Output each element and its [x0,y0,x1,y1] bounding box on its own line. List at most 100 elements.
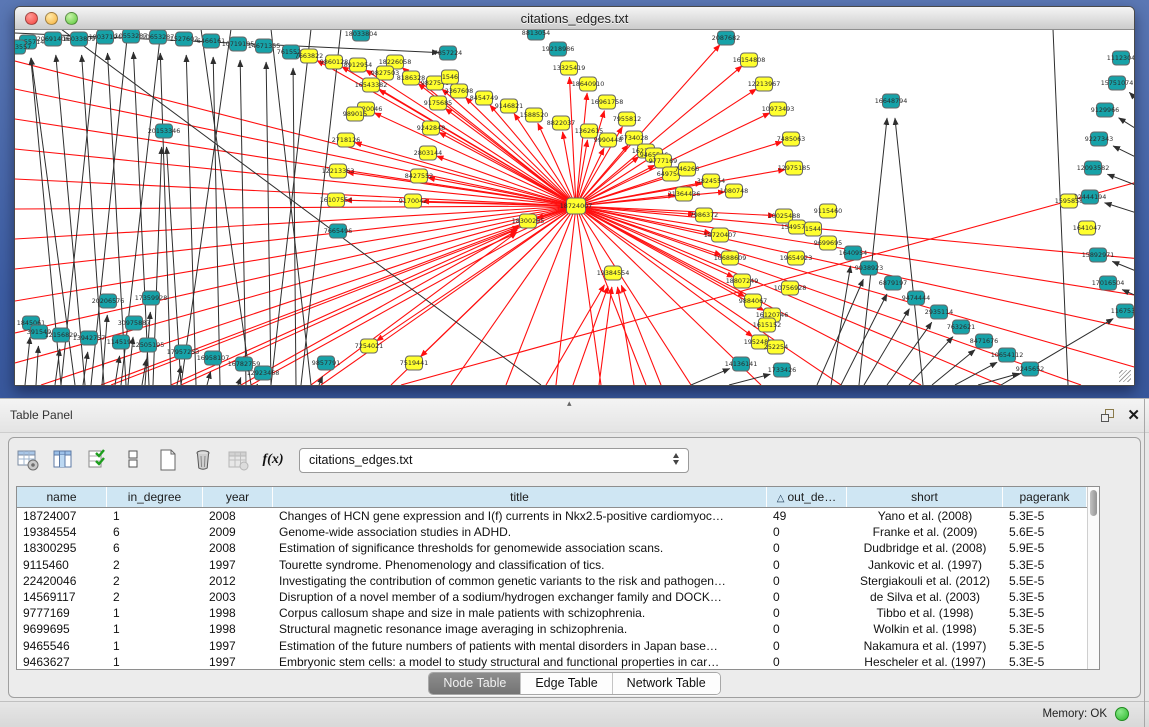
graph-node[interactable]: 7857224 [434,46,462,60]
table-cell[interactable]: 5.3E-5 [1003,638,1087,654]
table-cell[interactable]: 14569117 [17,589,107,605]
table-cell[interactable]: 2003 [203,589,273,605]
table-cell[interactable]: 2 [107,557,203,573]
graph-node[interactable]: 746266 [675,162,699,176]
graph-node[interactable]: 19654923 [780,251,813,265]
table-cell[interactable]: 18300295 [17,540,107,556]
graph-node[interactable]: 19384554 [597,266,630,280]
table-selector-dropdown[interactable]: citations_edges.txt [299,448,689,473]
table-cell[interactable]: 18724007 [17,508,107,524]
table-cell[interactable]: 0 [767,524,847,540]
graph-node[interactable]: 989015 [343,107,367,121]
delete-column-icon[interactable] [190,447,216,473]
graph-edge[interactable] [15,206,576,209]
graph-edge[interactable] [978,373,1019,385]
column-header-in_degree[interactable]: in_degree [107,487,203,507]
table-cell[interactable]: 49 [767,508,847,524]
graph-edge[interactable] [621,285,661,385]
graph-node[interactable]: 12093582 [1077,161,1110,175]
table-cell[interactable]: 0 [767,605,847,621]
table-cell[interactable]: 19384554 [17,524,107,540]
graph-edge[interactable] [207,372,211,385]
table-cell[interactable]: 6 [107,540,203,556]
graph-node[interactable]: 10756928 [774,281,807,295]
graph-edge[interactable] [895,118,923,385]
graph-node[interactable]: 1544 [805,222,822,236]
graph-node[interactable]: 20206576 [92,294,125,308]
window-titlebar[interactable]: citations_edges.txt [15,7,1134,30]
table-cell[interactable]: 0 [767,557,847,573]
function-builder-icon[interactable]: f(x) [260,447,286,473]
graph-edge[interactable] [932,350,975,385]
table-cell[interactable]: Dudbridge et al. (2008) [847,540,1003,556]
graph-node[interactable]: 8471676 [970,334,998,348]
new-column-icon[interactable] [155,447,181,473]
graph-node[interactable]: 1112304 [1107,51,1134,65]
float-panel-icon[interactable] [1101,409,1116,423]
graph-node[interactable]: 12505195 [132,338,165,352]
table-cell[interactable]: 5.3E-5 [1003,557,1087,573]
close-panel-icon[interactable]: ✕ [1127,406,1140,424]
graph-edge[interactable] [15,206,576,269]
table-cell[interactable]: 2 [107,589,203,605]
graph-edge[interactable] [15,61,576,206]
table-cell[interactable]: 1 [107,621,203,637]
table-cell[interactable]: Corpus callosum shape and size in male p… [273,605,767,621]
table-cell[interactable]: 22420046 [17,573,107,589]
table-row[interactable]: 2242004622012Investigating the contribut… [17,573,1087,589]
tab-node-table[interactable]: Node Table [429,673,521,694]
graph-edge[interactable] [238,377,241,385]
column-header-short[interactable]: short [847,487,1003,507]
graph-node[interactable]: 17359928 [135,291,168,305]
tab-edge-table[interactable]: Edge Table [521,673,612,694]
graph-edge[interactable] [213,57,220,385]
graph-node[interactable]: 20153346 [148,124,181,138]
table-cell[interactable]: 2008 [203,508,273,524]
table-row[interactable]: 977716911998Corpus callosum shape and si… [17,605,1087,621]
table-cell[interactable]: Yano et al. (2008) [847,508,1003,524]
graph-node[interactable]: 1641047 [1073,221,1101,235]
show-columns-icon[interactable] [50,447,76,473]
graph-edge[interactable] [546,285,604,385]
panel-drag-grip-icon[interactable]: ▴ [567,398,572,409]
table-row[interactable]: 911546021997Tourette syndrome. Phenomeno… [17,557,1087,573]
table-cell[interactable]: 5.3E-5 [1003,589,1087,605]
graph-edge[interactable] [576,206,691,385]
graph-node[interactable]: 13325419 [553,61,586,75]
table-cell[interactable]: 1997 [203,557,273,573]
graph-edge[interactable] [160,53,171,385]
scrollbar-thumb[interactable] [1090,490,1097,516]
graph-edge[interactable] [376,206,576,341]
table-cell[interactable]: 9699695 [17,621,107,637]
graph-node[interactable]: 2718126 [332,133,360,147]
graph-node[interactable]: 16958107 [197,351,230,365]
graph-node[interactable]: 9175685 [424,96,452,110]
graph-edge[interactable] [102,315,107,385]
graph-edge[interactable] [15,149,576,206]
graph-edge[interactable] [909,337,953,385]
graph-edge[interactable] [1112,261,1134,273]
graph-edge[interactable] [133,52,149,385]
graph-node[interactable]: 7632621 [947,320,975,334]
table-cell[interactable]: 5.3E-5 [1003,654,1087,670]
table-cell[interactable]: 1997 [203,638,273,654]
graph-node[interactable]: 15751074 [1101,76,1134,90]
table-cell[interactable]: 6 [107,524,203,540]
graph-node[interactable]: 12975185 [778,161,811,175]
table-cell[interactable]: Investigating the contribution of common… [273,573,767,589]
table-cell[interactable]: 9777169 [17,605,107,621]
tab-network-table[interactable]: Network Table [613,673,720,694]
table-cell[interactable]: Changes of HCN gene expression and I(f) … [273,508,767,524]
table-row[interactable]: 1872400712008Changes of HCN gene express… [17,508,1087,524]
graph-node[interactable]: 16961758 [591,95,624,109]
graph-node[interactable]: 252254 [764,340,788,354]
table-row[interactable]: 969969511998Structural magnetic resonanc… [17,621,1087,637]
table-cell[interactable]: 1998 [203,605,273,621]
table-cell[interactable]: 5.3E-5 [1003,621,1087,637]
graph-node[interactable]: 2087682 [712,31,740,45]
graph-edge[interactable] [887,322,932,385]
table-row[interactable]: 946362711997Embryonic stem cells: a mode… [17,654,1087,670]
graph-node[interactable]: 9115460 [814,204,842,218]
graph-node[interactable]: 7986372 [690,208,718,222]
graph-edge[interactable] [729,374,770,385]
